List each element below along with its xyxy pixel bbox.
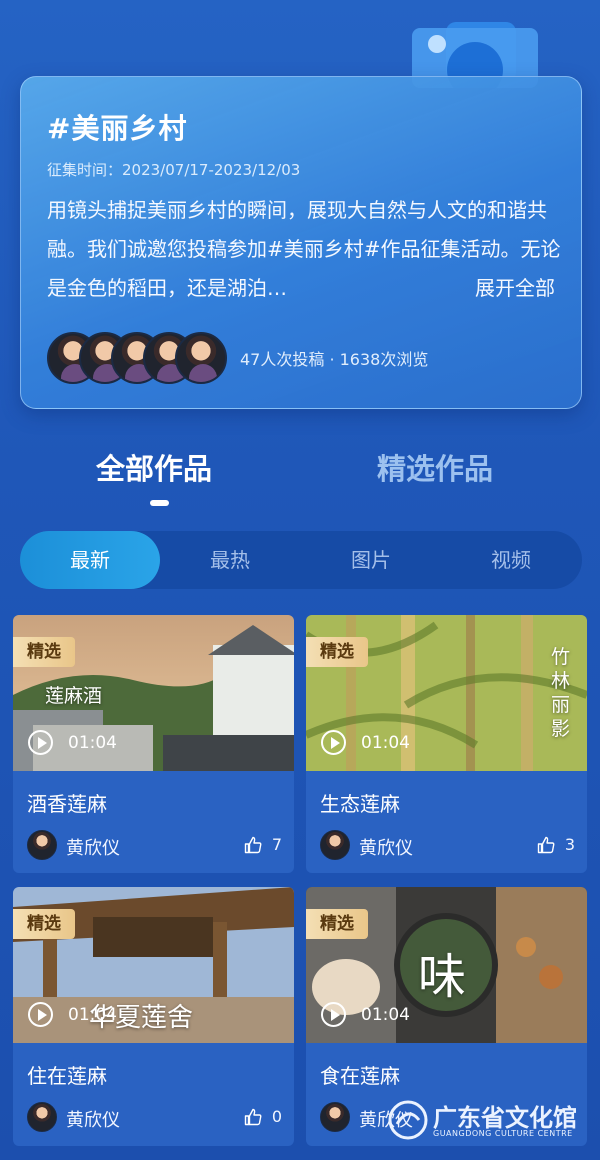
author-avatar (27, 830, 57, 860)
tab-all-works[interactable]: 全部作品 (96, 446, 212, 488)
watermark-name: 广东省文化馆 (433, 1104, 577, 1132)
work-title: 食在莲麻 (320, 1064, 400, 1088)
thumbs-up-icon[interactable] (244, 836, 262, 854)
author-avatar (320, 1102, 350, 1132)
featured-badge: 精选 (13, 637, 75, 667)
topic-info-card: #美丽乡村 征集时间：2023/07/17-2023/12/03 用镜头捕捉美丽… (20, 76, 582, 409)
featured-badge: 精选 (306, 909, 368, 939)
work-title: 酒香莲麻 (27, 792, 107, 816)
work-card[interactable]: 莲麻酒 精选 01:04 酒香莲麻 黄欣仪 7 (13, 615, 294, 873)
play-icon[interactable] (28, 1002, 53, 1027)
author-avatar (27, 1102, 57, 1132)
topic-title: #美丽乡村 (47, 112, 188, 145)
work-title: 住在莲麻 (27, 1064, 107, 1088)
video-duration: 01:04 (361, 1005, 410, 1025)
watermark-logo: 广东省文化馆 GUANGDONG CULTURE CENTRE (387, 1096, 597, 1146)
thumbnail-overlay-text: 竹林丽影 (551, 646, 571, 740)
participant-avatars (47, 332, 247, 384)
work-card[interactable]: 华夏莲舍 精选 01:04 住在莲麻 黄欣仪 0 (13, 887, 294, 1146)
tab-featured-works[interactable]: 精选作品 (377, 446, 493, 488)
culture-centre-logo-icon (388, 1100, 428, 1140)
filter-latest[interactable]: 最新 (20, 531, 160, 589)
author-name: 黄欣仪 (66, 838, 120, 859)
play-icon[interactable] (321, 1002, 346, 1027)
filter-hottest[interactable]: 最热 (160, 531, 300, 589)
main-tabs: 全部作品 精选作品 (0, 440, 600, 510)
video-duration: 01:04 (68, 733, 117, 753)
active-tab-indicator (150, 500, 169, 506)
like-count: 0 (271, 1107, 282, 1126)
play-icon[interactable] (28, 730, 53, 755)
like-count: 7 (271, 835, 282, 854)
filter-videos[interactable]: 视频 (441, 531, 581, 589)
thumbnail-overlay-text: 味 (418, 949, 467, 1005)
filter-images[interactable]: 图片 (301, 531, 441, 589)
featured-badge: 精选 (306, 637, 368, 667)
expand-all-link[interactable]: 展开全部 (475, 269, 555, 308)
like-count: 3 (564, 835, 575, 854)
video-duration: 01:04 (68, 1005, 117, 1025)
topic-stats: 47人次投稿 · 1638次浏览 (240, 350, 429, 369)
author-name: 黄欣仪 (359, 838, 413, 859)
video-duration: 01:04 (361, 733, 410, 753)
thumbs-up-icon[interactable] (244, 1108, 262, 1126)
filter-bar: 最新 最热 图片 视频 (20, 531, 582, 589)
work-card[interactable]: 竹林丽影 精选 01:04 生态莲麻 黄欣仪 3 (306, 615, 587, 873)
work-title: 生态莲麻 (320, 792, 400, 816)
author-avatar (320, 830, 350, 860)
watermark-subtitle: GUANGDONG CULTURE CENTRE (433, 1129, 573, 1138)
play-icon[interactable] (321, 730, 346, 755)
featured-badge: 精选 (13, 909, 75, 939)
collection-period: 征集时间：2023/07/17-2023/12/03 (47, 161, 301, 179)
thumbnail-overlay-text: 莲麻酒 (45, 685, 103, 707)
avatar (175, 332, 227, 384)
author-name: 黄欣仪 (66, 1110, 120, 1131)
thumbs-up-icon[interactable] (537, 836, 555, 854)
